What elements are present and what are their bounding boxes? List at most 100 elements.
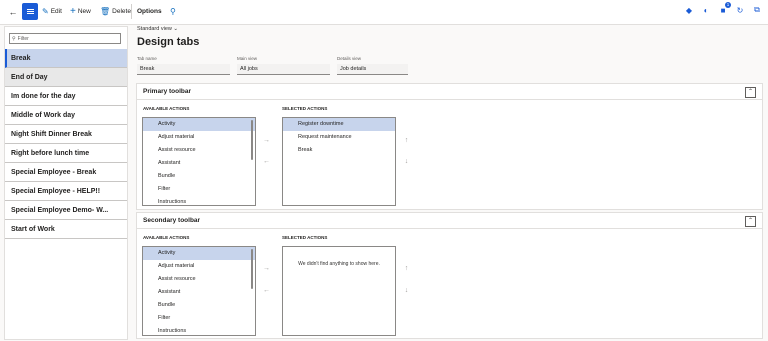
new-button[interactable]: + New <box>70 4 91 20</box>
search-icon: ⚲ <box>12 35 16 42</box>
list-item[interactable]: Instructions <box>143 325 255 335</box>
divider <box>137 99 762 100</box>
arrow-up-icon: ↑ <box>404 265 409 272</box>
toolbar-right-icons: ◆ ◐ ■ 1 ↻ ⧉ <box>684 2 762 15</box>
available-actions-list[interactable]: Activity Adjust material Assist resource… <box>142 117 256 206</box>
move-down-button[interactable]: ↓ <box>401 285 412 296</box>
main-view-field[interactable]: All jobs <box>237 64 330 75</box>
primary-toolbar-section: Primary toolbar ⌃ AVAILABLE ACTIONS SELE… <box>136 83 763 210</box>
options-button[interactable]: Options <box>137 4 162 20</box>
list-item[interactable]: Adjust material <box>143 131 255 144</box>
notifications-button[interactable]: ■ 1 <box>718 2 731 15</box>
move-left-button[interactable]: ← <box>261 156 272 167</box>
tab-name-field[interactable]: Break <box>137 64 230 75</box>
list-item[interactable]: Filter <box>143 312 255 325</box>
selected-actions-list[interactable]: Register downtime Request maintenance Br… <box>282 117 396 206</box>
action-toolbar: ← ✎ Edit + New 🗑 Delete Options ⚲ ◆ ◐ ■ … <box>0 0 768 25</box>
open-new-window-icon[interactable]: ⧉ <box>752 5 762 15</box>
arrow-down-icon: ↓ <box>404 158 409 165</box>
tab-list-pane: ⚲ Filter Break End of Day Im done for th… <box>4 26 128 340</box>
collapse-button[interactable]: ⌃ <box>745 216 756 227</box>
list-item[interactable]: Start of Work <box>5 220 127 239</box>
chevron-up-icon: ⌃ <box>747 89 754 95</box>
list-item[interactable]: Request maintenance <box>283 131 395 144</box>
arrow-left-icon: ← <box>263 158 270 165</box>
arrow-down-icon: ↓ <box>404 287 409 294</box>
list-item[interactable]: Assist resource <box>143 273 255 286</box>
move-right-button[interactable]: → <box>261 135 272 146</box>
divider <box>137 228 762 229</box>
list-item[interactable]: Special Employee - Break <box>5 163 127 182</box>
filter-placeholder: Filter <box>17 35 29 42</box>
refresh-icon[interactable]: ↻ <box>735 5 745 15</box>
list-item[interactable]: Assist resource <box>143 144 255 157</box>
list-item[interactable]: Activity <box>143 118 255 131</box>
list-item[interactable]: Activity <box>143 247 255 260</box>
arrow-right-icon: → <box>263 265 270 272</box>
plus-icon: + <box>70 6 76 17</box>
collapse-button[interactable]: ⌃ <box>745 87 756 98</box>
toolbar-divider <box>131 4 132 19</box>
move-left-button[interactable]: ← <box>261 285 272 296</box>
list-item[interactable]: Special Employee Demo- W... <box>5 201 127 220</box>
section-title: Secondary toolbar <box>143 217 201 224</box>
list-item[interactable]: Break <box>283 144 395 157</box>
trash-icon: 🗑 <box>100 7 111 16</box>
list-item[interactable]: Filter <box>143 183 255 196</box>
back-arrow-icon: ← <box>8 7 18 17</box>
pencil-icon: ✎ <box>42 7 49 16</box>
list-item[interactable]: Bundle <box>143 299 255 312</box>
view-label: Standard view <box>137 26 172 32</box>
move-up-button[interactable]: ↑ <box>401 135 412 146</box>
move-right-button[interactable]: → <box>261 263 272 274</box>
search-icon: ⚲ <box>170 7 176 16</box>
scrollbar[interactable] <box>251 120 253 160</box>
move-up-button[interactable]: ↑ <box>401 263 412 274</box>
list-item[interactable]: Register downtime <box>283 118 395 131</box>
section-title: Primary toolbar <box>143 88 192 95</box>
details-view-field[interactable]: Job details <box>337 64 408 75</box>
delete-button[interactable]: 🗑 Delete <box>100 4 131 20</box>
chevron-up-icon: ⌃ <box>747 218 754 224</box>
list-item[interactable]: Assistant <box>143 286 255 299</box>
list-item[interactable]: Instructions <box>143 196 255 205</box>
list-item[interactable]: Middle of Work day <box>5 106 127 125</box>
list-item[interactable]: Night Shift Dinner Break <box>5 125 127 144</box>
view-selector[interactable]: Standard view ⌄ <box>137 26 178 32</box>
tab-list: Break End of Day Im done for the day Mid… <box>5 49 127 239</box>
page-title: Design tabs <box>137 36 200 48</box>
edit-button[interactable]: ✎ Edit <box>42 4 62 20</box>
available-actions-label: AVAILABLE ACTIONS <box>143 235 190 240</box>
selected-actions-label: SELECTED ACTIONS <box>282 106 328 111</box>
list-item[interactable]: End of Day <box>5 68 127 87</box>
new-label: New <box>77 8 91 15</box>
nav-menu-button[interactable] <box>22 3 38 20</box>
scrollbar[interactable] <box>251 249 253 289</box>
main-view-label: Main view <box>237 56 258 61</box>
list-item[interactable]: Im done for the day <box>5 87 127 106</box>
list-item[interactable]: Bundle <box>143 170 255 183</box>
list-item[interactable]: Adjust material <box>143 260 255 273</box>
available-actions-label: AVAILABLE ACTIONS <box>143 106 190 111</box>
list-item[interactable]: Right before lunch time <box>5 144 127 163</box>
diamond-icon[interactable]: ◆ <box>684 5 694 15</box>
list-item[interactable]: Break <box>5 49 127 68</box>
move-down-button[interactable]: ↓ <box>401 156 412 167</box>
edit-label: Edit <box>50 8 62 15</box>
search-button[interactable]: ⚲ <box>170 4 176 20</box>
selected-actions-list[interactable]: We didn't find anything to show here. <box>282 246 396 336</box>
delete-label: Delete <box>112 8 131 15</box>
secondary-toolbar-section: Secondary toolbar ⌃ AVAILABLE ACTIONS SE… <box>136 212 763 339</box>
chevron-down-icon: ⌄ <box>173 26 178 32</box>
details-view-label: Details view <box>337 56 362 61</box>
office-icon[interactable]: ◐ <box>701 5 711 15</box>
selected-actions-label: SELECTED ACTIONS <box>282 235 328 240</box>
filter-input[interactable]: ⚲ Filter <box>9 33 121 44</box>
arrow-left-icon: ← <box>263 287 270 294</box>
list-item[interactable]: Special Employee - HELP!! <box>5 182 127 201</box>
available-actions-list[interactable]: Activity Adjust material Assist resource… <box>142 246 256 336</box>
list-item[interactable]: Assistant <box>143 157 255 170</box>
back-button[interactable]: ← <box>6 4 20 20</box>
notification-badge: 1 <box>725 2 731 8</box>
options-label: Options <box>137 8 162 15</box>
